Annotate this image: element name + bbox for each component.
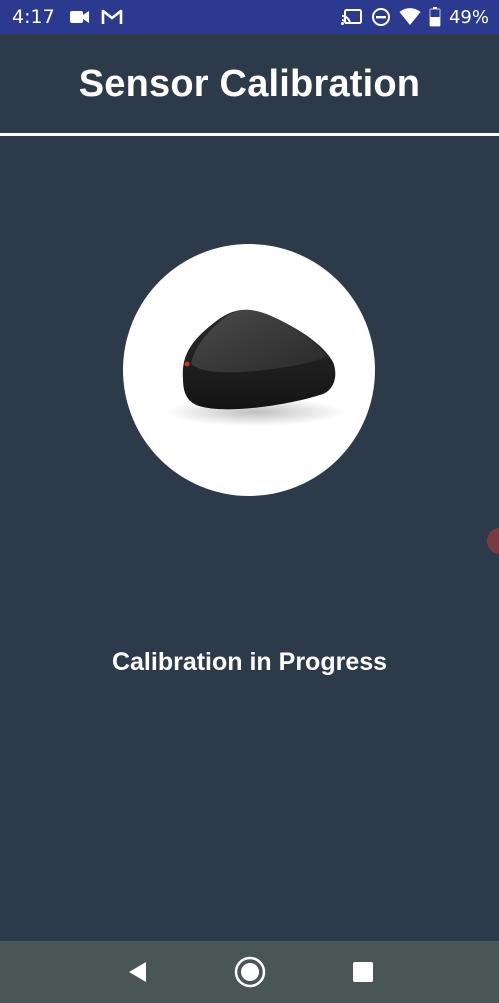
cast-icon [340,8,363,26]
battery-percent: 49% [448,6,489,28]
back-icon[interactable] [117,952,157,992]
edge-indicator-dot [487,528,499,554]
status-bar-left: 4:17 [12,6,133,28]
navigation-bar [0,941,499,1003]
recents-icon[interactable] [343,952,383,992]
gmail-icon [101,8,123,26]
status-bar: 4:17 49% [0,0,499,34]
battery-icon [429,7,441,27]
calibration-status-text: Calibration in Progress [111,648,388,676]
page-title: Sensor Calibration [78,62,421,105]
video-camera-icon [69,9,91,25]
header-divider [0,133,499,136]
status-time: 4:17 [12,6,55,28]
wifi-icon [399,8,421,26]
status-bar-right: 49% [340,6,489,28]
home-icon[interactable] [230,952,270,992]
sensor-device-image [123,244,375,496]
do-not-disturb-icon [371,7,391,27]
header: Sensor Calibration [0,34,499,134]
